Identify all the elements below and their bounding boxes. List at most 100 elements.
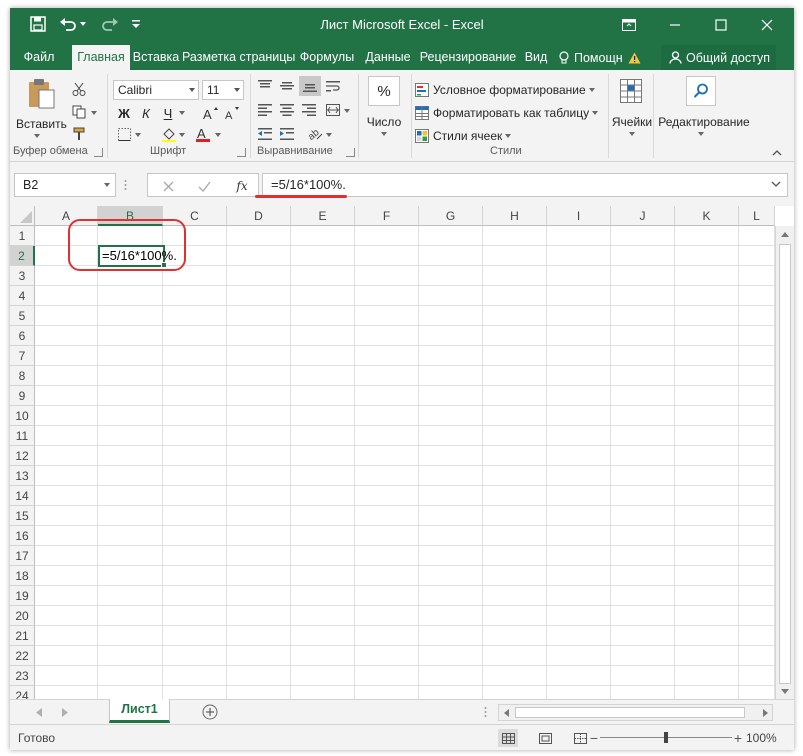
row-header[interactable]: 20 — [10, 606, 35, 626]
cut-icon[interactable] — [70, 80, 88, 98]
row-header[interactable]: 12 — [10, 446, 35, 466]
column-header[interactable]: F — [355, 206, 419, 226]
number-label[interactable]: Число — [361, 115, 407, 129]
merge-center-icon[interactable] — [324, 102, 342, 118]
format-painter-icon[interactable] — [70, 125, 88, 143]
orientation-dropdown-icon[interactable] — [325, 131, 333, 139]
vertical-scroll-thumb[interactable] — [779, 244, 791, 684]
cells-dropdown-icon[interactable] — [627, 130, 637, 138]
tab-home[interactable]: Главная — [72, 45, 130, 70]
align-left-icon[interactable] — [256, 102, 274, 118]
row-header[interactable]: 4 — [10, 286, 35, 306]
column-header[interactable]: H — [483, 206, 547, 226]
tab-view[interactable]: Вид — [522, 45, 550, 70]
save-icon[interactable] — [26, 13, 50, 35]
tab-page-layout[interactable]: Разметка страницы — [182, 45, 295, 70]
font-name-combo[interactable]: Calibri — [113, 80, 199, 100]
share-button[interactable]: Общий доступ — [661, 45, 776, 70]
align-top-icon[interactable] — [256, 78, 274, 94]
ribbon-display-icon[interactable] — [606, 8, 652, 41]
row-header[interactable]: 6 — [10, 326, 35, 346]
row-header[interactable]: 9 — [10, 386, 35, 406]
row-header[interactable]: 7 — [10, 346, 35, 366]
close-icon[interactable] — [744, 8, 790, 41]
align-bottom-icon[interactable] — [299, 76, 321, 96]
tab-split-grip-icon[interactable] — [482, 706, 488, 718]
horizontal-scrollbar[interactable] — [498, 704, 773, 721]
add-sheet-icon[interactable] — [201, 703, 219, 721]
paste-dropdown-icon[interactable] — [32, 132, 42, 140]
row-header[interactable]: 18 — [10, 566, 35, 586]
name-box[interactable]: B2 — [14, 173, 116, 197]
scroll-left-icon[interactable] — [502, 708, 510, 718]
enter-check-icon[interactable] — [196, 178, 212, 194]
row-header[interactable]: 22 — [10, 646, 35, 666]
row-header[interactable]: 3 — [10, 266, 35, 286]
cell-styles-button[interactable]: Стили ячеек — [415, 126, 512, 146]
next-sheet-icon[interactable] — [60, 706, 70, 718]
prev-sheet-icon[interactable] — [34, 706, 44, 718]
column-header[interactable]: D — [227, 206, 291, 226]
column-header[interactable]: L — [739, 206, 775, 226]
font-launcher-icon[interactable] — [237, 148, 246, 157]
increase-indent-icon[interactable] — [278, 126, 296, 142]
format-as-table-button[interactable]: Форматировать как таблицу — [415, 103, 599, 123]
font-color-dropdown-icon[interactable] — [214, 131, 222, 139]
align-middle-icon[interactable] — [278, 78, 296, 94]
increase-font-icon[interactable]: A — [202, 104, 220, 122]
row-header[interactable]: 2 — [10, 246, 35, 266]
row-header[interactable]: 16 — [10, 526, 35, 546]
minimize-icon[interactable] — [652, 8, 698, 41]
paste-icon[interactable] — [24, 76, 58, 110]
number-format-icon[interactable]: % — [368, 76, 400, 106]
undo-dropdown-icon[interactable] — [76, 13, 90, 35]
tab-formulas[interactable]: Формулы — [297, 45, 357, 70]
cells-icon[interactable] — [616, 76, 646, 106]
font-size-combo[interactable]: 11 — [202, 80, 244, 100]
row-header[interactable]: 13 — [10, 466, 35, 486]
column-header[interactable]: G — [419, 206, 483, 226]
formula-bar-grip-icon[interactable] — [122, 178, 128, 192]
row-header[interactable]: 24 — [10, 686, 35, 699]
zoom-out-icon[interactable]: − — [588, 730, 600, 746]
editing-dropdown-icon[interactable] — [696, 130, 706, 138]
tell-me-box[interactable]: Помощн — [558, 45, 641, 70]
borders-icon[interactable] — [116, 126, 132, 142]
name-box-dropdown-icon[interactable] — [104, 183, 110, 187]
row-header[interactable]: 8 — [10, 366, 35, 386]
alignment-launcher-icon[interactable] — [346, 148, 355, 157]
search-icon[interactable] — [686, 76, 716, 106]
redo-icon[interactable] — [98, 13, 122, 35]
scroll-right-icon[interactable] — [761, 708, 769, 718]
row-header[interactable]: 10 — [10, 406, 35, 426]
merge-dropdown-icon[interactable] — [343, 107, 351, 115]
column-header[interactable]: K — [675, 206, 739, 226]
wrap-text-icon[interactable] — [324, 78, 342, 94]
scroll-down-icon[interactable] — [780, 686, 790, 696]
decrease-indent-icon[interactable] — [256, 126, 274, 142]
page-break-view-icon[interactable] — [570, 729, 590, 747]
underline-dropdown-icon[interactable] — [178, 109, 186, 117]
paste-label[interactable]: Вставить — [16, 117, 67, 131]
select-all-corner[interactable] — [10, 206, 35, 226]
align-center-icon[interactable] — [278, 102, 296, 118]
scroll-up-icon[interactable] — [780, 229, 790, 239]
conditional-formatting-button[interactable]: Условное форматирование — [415, 80, 595, 100]
customize-toolbar-icon[interactable] — [124, 13, 148, 35]
insert-function-icon[interactable]: fx — [232, 177, 252, 194]
tab-file[interactable]: Файл — [18, 45, 60, 70]
row-header[interactable]: 21 — [10, 626, 35, 646]
align-right-icon[interactable] — [300, 102, 318, 118]
tab-review[interactable]: Рецензирование — [418, 45, 518, 70]
row-header[interactable]: 1 — [10, 226, 35, 246]
tab-data[interactable]: Данные — [363, 45, 413, 70]
zoom-in-icon[interactable]: + — [732, 730, 744, 746]
underline-button[interactable]: Ч — [160, 104, 176, 122]
column-header[interactable]: I — [547, 206, 611, 226]
expand-formula-icon[interactable] — [771, 181, 781, 188]
horizontal-scroll-thumb[interactable] — [515, 707, 745, 718]
worksheet-grid[interactable]: ABCDEFGHIJKL 1 2 3 4 5 6 7 8 9 10 11 12 13 14 15 16 17 18… — [10, 206, 794, 699]
clipboard-launcher-icon[interactable] — [94, 148, 103, 157]
column-header[interactable]: J — [611, 206, 675, 226]
bold-button[interactable]: Ж — [116, 104, 132, 122]
